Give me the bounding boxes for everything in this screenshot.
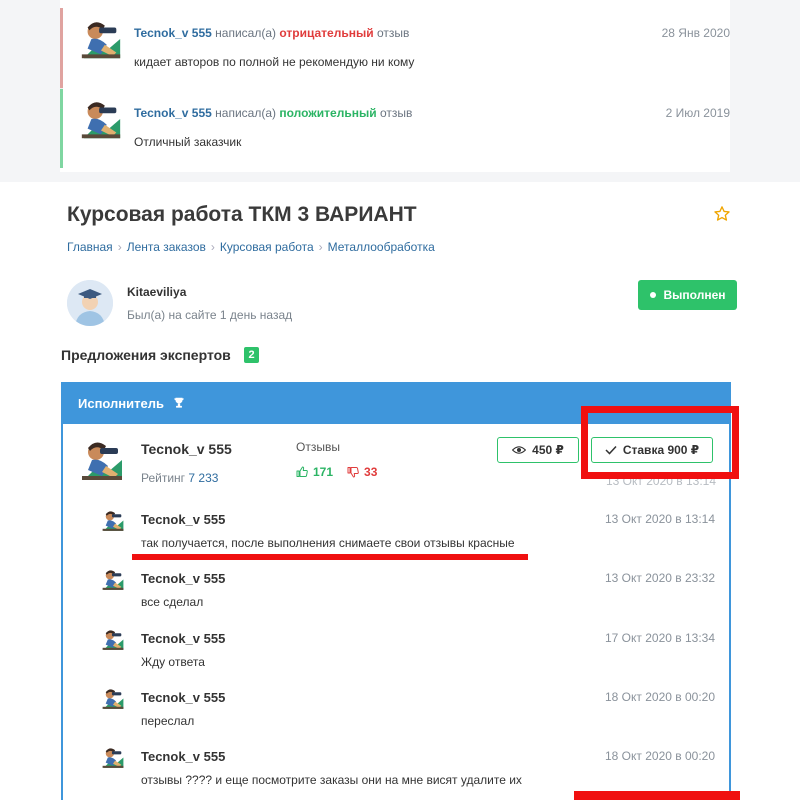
executor-name[interactable]: Tecnok_v 555 xyxy=(141,441,232,457)
dislikes-count: 33 xyxy=(364,465,378,479)
message-author[interactable]: Tecnok_v 555 xyxy=(141,690,225,705)
graduate-avatar-icon xyxy=(67,280,113,326)
breadcrumb-metalworking[interactable]: Металлообработка xyxy=(328,240,435,254)
status-label: Выполнен xyxy=(663,288,726,302)
message-date: 13 Окт 2020 в 23:32 xyxy=(605,571,715,585)
rating-value[interactable]: 7 233 xyxy=(188,471,218,485)
annotation-highlight-box xyxy=(581,406,739,479)
executor-review-counts: 171 33 xyxy=(296,465,377,479)
review-accent-bar xyxy=(60,88,63,168)
executor-avatar[interactable] xyxy=(78,436,126,486)
message-text: отзывы ???? и еще посмотрите заказы они … xyxy=(141,773,522,787)
review-accent-bar xyxy=(60,8,63,88)
message-text: так получается, после выполнения снимает… xyxy=(141,536,515,550)
thumbs-down-icon xyxy=(347,467,359,478)
review-header: Tecnok_v 555 написал(а) положительный от… xyxy=(134,106,412,120)
breadcrumb-separator: › xyxy=(117,240,122,254)
status-dot-icon xyxy=(649,292,656,298)
breadcrumb-separator: › xyxy=(318,240,323,254)
message-date: 18 Окт 2020 в 00:20 xyxy=(605,749,715,763)
message-author[interactable]: Tecnok_v 555 xyxy=(141,512,225,527)
reviewer-name-link[interactable]: Tecnok_v 555 xyxy=(134,26,212,40)
chat-message: Tecnok_v 555 13 Окт 2020 в 23:32 все сде… xyxy=(100,567,720,619)
chat-message: Tecnok_v 555 17 Окт 2020 в 13:34 Жду отв… xyxy=(100,627,720,679)
review-suffix: отзыв xyxy=(376,26,410,40)
positive-reviews[interactable]: 171 xyxy=(296,465,333,479)
customer-avatar[interactable] xyxy=(67,280,113,326)
review-header: Tecnok_v 555 написал(а) отрицательный от… xyxy=(134,26,409,40)
review-text: Отличный заказчик xyxy=(134,135,242,149)
customer-last-seen: Был(а) на сайте 1 день назад xyxy=(127,308,293,322)
eye-icon xyxy=(512,446,527,454)
review-date: 2 Июл 2019 xyxy=(665,106,730,120)
message-date: 17 Окт 2020 в 13:34 xyxy=(605,631,715,645)
annotation-underline xyxy=(132,554,528,560)
status-badge: Выполнен xyxy=(638,280,737,310)
message-author[interactable]: Tecnok_v 555 xyxy=(141,749,225,764)
trophy-icon xyxy=(174,397,184,408)
likes-count: 171 xyxy=(313,465,334,479)
reviewer-avatar[interactable] xyxy=(78,16,124,64)
review-wrote-label: написал(а) xyxy=(215,26,277,40)
executor-rating: Рейтинг 7 233 xyxy=(141,471,218,485)
offers-heading: Предложения экспертов xyxy=(61,347,231,363)
message-date: 18 Окт 2020 в 00:20 xyxy=(605,690,715,704)
reviewer-name-link[interactable]: Tecnok_v 555 xyxy=(134,106,212,120)
breadcrumb: Главная › Лента заказов › Курсовая работа › Ме… xyxy=(67,240,435,254)
annotation-underline-bottom xyxy=(574,791,740,800)
customer-name[interactable]: Kitaeviliya xyxy=(127,285,186,299)
breadcrumb-home[interactable]: Главная xyxy=(67,240,113,254)
message-text: все сделал xyxy=(141,595,204,609)
chat-message: Tecnok_v 555 18 Окт 2020 в 00:20 отзывы … xyxy=(100,745,720,797)
breadcrumb-coursework[interactable]: Курсовая работа xyxy=(220,240,314,254)
breadcrumb-separator: › xyxy=(210,240,215,254)
review-date: 28 Янв 2020 xyxy=(661,26,730,40)
message-avatar[interactable] xyxy=(100,686,126,712)
message-date: 13 Окт 2020 в 13:14 xyxy=(605,512,715,526)
message-text: переслал xyxy=(141,714,195,728)
message-avatar[interactable] xyxy=(100,627,126,653)
review-text: кидает авторов по полной не рекомендую н… xyxy=(134,55,415,69)
reviewer-avatar[interactable] xyxy=(78,96,124,144)
favorite-star-icon[interactable] xyxy=(713,205,731,223)
executor-label: Исполнитель xyxy=(78,395,164,411)
message-author[interactable]: Tecnok_v 555 xyxy=(141,631,225,646)
message-avatar[interactable] xyxy=(100,567,126,593)
page-title: Курсовая работа ТКМ 3 ВАРИАНТ xyxy=(67,203,417,226)
rating-label: Рейтинг xyxy=(141,471,186,485)
message-author[interactable]: Tecnok_v 555 xyxy=(141,571,225,586)
executor-reviews-label: Отзывы xyxy=(296,440,340,454)
review-kind-positive: положительный xyxy=(279,106,377,120)
view-price-label: 450 ₽ xyxy=(532,443,564,457)
review-item-positive: Tecnok_v 555 написал(а) положительный от… xyxy=(60,88,730,168)
review-suffix: отзыв xyxy=(379,106,413,120)
breadcrumb-orders-feed[interactable]: Лента заказов xyxy=(127,240,206,254)
offers-count-badge: 2 xyxy=(244,347,259,363)
message-avatar[interactable] xyxy=(100,508,126,534)
message-avatar[interactable] xyxy=(100,745,126,771)
message-text: Жду ответа xyxy=(141,655,205,669)
review-wrote-label: написал(а) xyxy=(215,106,277,120)
negative-reviews[interactable]: 33 xyxy=(347,465,377,479)
view-price-button[interactable]: 450 ₽ xyxy=(497,437,579,463)
chat-message: Tecnok_v 555 13 Окт 2020 в 13:14 так пол… xyxy=(100,508,720,560)
chat-message: Tecnok_v 555 18 Окт 2020 в 00:20 пересла… xyxy=(100,686,720,738)
review-kind-negative: отрицательный xyxy=(279,26,374,40)
review-item-negative: Tecnok_v 555 написал(а) отрицательный от… xyxy=(60,8,730,88)
thumbs-up-icon xyxy=(296,466,308,477)
